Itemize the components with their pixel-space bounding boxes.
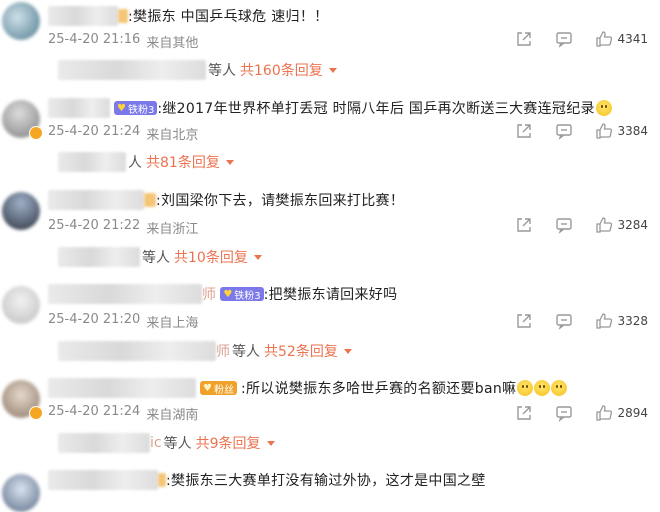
like-count: 2894 [617,406,648,420]
view-replies-link[interactable]: 共81条回复 [146,152,220,172]
comment-time: 25-4-20 21:24 [48,124,141,139]
share-icon[interactable] [515,30,533,48]
view-replies-link[interactable]: 共9条回复 [196,433,261,453]
reply-suffix: 人 [128,155,142,171]
reply-name-tail: ic [150,435,162,451]
username-blurred[interactable] [48,378,196,398]
reply-names-blurred [58,247,140,267]
like-count: 3328 [617,314,648,328]
reply-names-blurred [58,341,216,361]
like-count: 3384 [617,124,648,138]
comment-location: 来自上海 [146,316,199,331]
verified-badge [29,126,43,140]
fan-badge: ♥ 铁粉3 [220,287,264,302]
smile-emoji-icon [551,380,568,396]
reply-names-blurred [58,60,206,80]
username-blurred[interactable] [48,470,158,490]
like-icon[interactable] [595,30,613,48]
avatar[interactable] [2,2,40,40]
comment-time: 25-4-20 21:16 [48,32,141,47]
like-count: 3284 [617,218,648,232]
reply-suffix: 等人 [232,344,260,360]
member-icon [158,473,166,487]
verified-badge [29,406,43,420]
like-icon[interactable] [595,216,613,234]
like-icon[interactable] [595,404,613,422]
username-blurred[interactable] [48,190,144,210]
member-icon [144,193,156,207]
comment-icon[interactable] [555,216,573,234]
view-replies-link[interactable]: 共160条回复 [240,60,323,80]
view-replies-link[interactable]: 共10条回复 [174,247,248,267]
comment-location: 来自湖南 [146,408,199,423]
view-replies-link[interactable]: 共52条回复 [264,341,338,361]
comment-time: 25-4-20 21:24 [48,404,141,419]
avatar[interactable] [2,286,40,324]
username-tail: 师 [202,287,217,303]
comment-text: :刘国梁你下去，请樊振东回来打比赛！ [156,193,405,209]
chevron-down-icon[interactable] [343,348,352,354]
share-icon[interactable] [515,312,533,330]
reply-names-blurred [58,152,126,172]
username-blurred[interactable] [48,284,202,304]
reply-suffix: 等人 [163,436,192,452]
chevron-down-icon[interactable] [328,67,337,73]
username-blurred[interactable] [48,98,110,118]
like-icon[interactable] [595,312,613,330]
heart-icon: ♥ [223,288,233,300]
comment-text: :继2017年世界杯单打丢冠 时隔八年后 国乒再次断送三大赛连冠纪录 [157,101,595,117]
comment-location: 来自北京 [146,128,199,143]
share-icon[interactable] [515,216,533,234]
comment-text: :樊振东 中国乒乓球危 速归！！ [128,9,329,25]
comment-text: :把樊振东请回来好吗 [263,287,398,303]
like-icon[interactable] [595,122,613,140]
member-icon [118,9,128,23]
smile-emoji-icon [534,380,551,396]
share-icon[interactable] [515,404,533,422]
comment-icon[interactable] [555,404,573,422]
reply-name-tail: 师 [216,344,230,360]
comment-icon[interactable] [555,30,573,48]
comment-location: 来自浙江 [146,222,199,237]
username-blurred[interactable] [48,6,118,26]
comment-icon[interactable] [555,312,573,330]
smile-emoji-icon [517,380,534,396]
fan-badge: ♥ 铁粉3 [114,101,158,116]
heart-icon: ♥ [117,102,126,114]
chevron-down-icon[interactable] [253,254,262,260]
share-icon[interactable] [515,122,533,140]
reply-suffix: 等人 [208,63,236,79]
like-count: 4341 [617,32,648,46]
comment-time: 25-4-20 21:22 [48,218,141,233]
smile-emoji-icon [595,100,612,116]
reply-suffix: 等人 [142,250,170,266]
comment-location: 来自其他 [146,36,199,51]
avatar[interactable] [2,192,40,230]
chevron-down-icon[interactable] [266,440,275,446]
chevron-down-icon[interactable] [225,159,234,165]
reply-names-blurred [58,433,150,453]
fan-badge: ♥ 粉丝 [200,381,237,396]
comment-time: 25-4-20 21:20 [48,312,141,327]
comment-text: :樊振东三大赛单打没有输过外协，这才是中国之壁 [166,473,486,489]
comment-icon[interactable] [555,122,573,140]
comment-text: :所以说樊振东多哈世乒赛的名额还要ban嘛 [240,381,517,397]
avatar[interactable] [2,474,40,512]
heart-icon: ♥ [203,382,212,394]
